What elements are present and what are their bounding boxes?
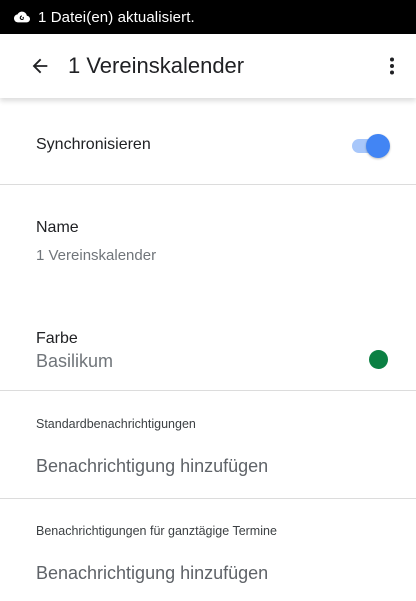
arrow-back-icon bbox=[32, 58, 48, 74]
name-label: Name bbox=[36, 219, 79, 236]
sync-label: Synchronisieren bbox=[36, 136, 151, 153]
more-vert-icon bbox=[390, 57, 394, 75]
default-notifications-header: Standardbenachrichtigungen bbox=[36, 417, 196, 431]
app-bar: 1 Vereinskalender bbox=[0, 34, 416, 98]
name-value: 1 Vereinskalender bbox=[36, 247, 157, 264]
color-label: Farbe bbox=[36, 330, 78, 347]
color-value: Basilikum bbox=[36, 351, 114, 371]
cloud-sync-icon bbox=[14, 11, 30, 23]
status-text: 1 Datei(en) aktualisiert. bbox=[38, 8, 195, 26]
color-row[interactable]: Farbe Basilikum bbox=[0, 318, 416, 390]
color-swatch bbox=[369, 350, 388, 369]
divider bbox=[0, 498, 416, 499]
back-button[interactable] bbox=[28, 54, 52, 78]
sync-toggle-thumb bbox=[366, 134, 390, 158]
status-bar: 1 Datei(en) aktualisiert. bbox=[0, 0, 416, 34]
page-title: 1 Vereinskalender bbox=[68, 53, 245, 78]
divider bbox=[0, 184, 416, 185]
sync-toggle[interactable] bbox=[350, 134, 390, 158]
allday-notifications-header: Benachrichtigungen für ganztägige Termin… bbox=[36, 524, 277, 538]
add-allday-notification-button[interactable]: Benachrichtigung hinzufügen bbox=[36, 563, 268, 584]
divider bbox=[0, 390, 416, 391]
add-default-notification-button[interactable]: Benachrichtigung hinzufügen bbox=[36, 456, 268, 477]
more-options-button[interactable] bbox=[380, 54, 404, 78]
